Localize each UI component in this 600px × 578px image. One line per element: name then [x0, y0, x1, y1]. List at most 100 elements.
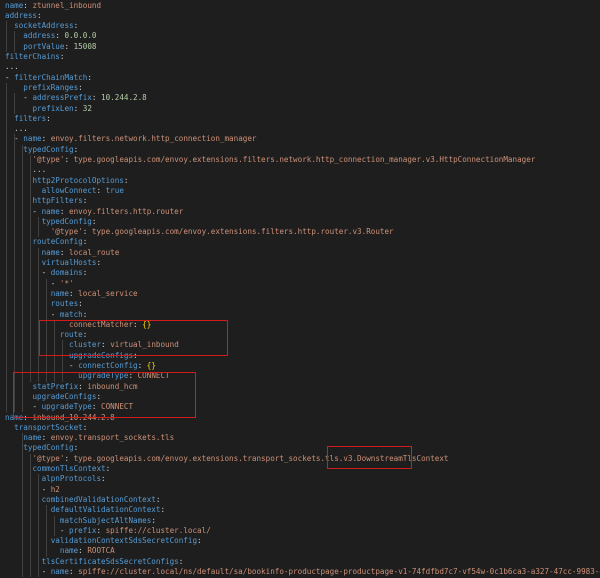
code-line: socketAddress:	[5, 21, 78, 31]
yaml-punct: -	[5, 93, 33, 103]
code-line: routeConfig:	[5, 237, 87, 247]
code-line: transportSocket:	[5, 423, 87, 433]
yaml-punct: :	[96, 525, 106, 535]
yaml-key: allowConnect	[41, 185, 97, 195]
yaml-punct: -	[5, 525, 70, 535]
code-line: commonTlsContext:	[5, 464, 110, 474]
yaml-punct: ...	[5, 165, 47, 175]
yaml-punct: :	[64, 41, 74, 51]
yaml-string: '@type'	[32, 453, 65, 463]
yaml-punct: :	[87, 72, 92, 82]
yaml-punct: :	[59, 247, 70, 257]
yaml-punct: :	[197, 536, 202, 546]
yaml-punct: :	[78, 546, 88, 556]
code-line: '@type': type.googleapis.com/envoy.exten…	[5, 227, 394, 237]
yaml-key: virtualHosts	[41, 258, 97, 267]
yaml-key: name	[41, 247, 60, 257]
yaml-punct	[5, 42, 23, 51]
yaml-key: validationContextSdsSecretConfig	[50, 536, 198, 546]
yaml-punct: :	[137, 361, 147, 370]
yaml-punct: :	[69, 288, 79, 298]
code-line: routes:	[5, 299, 83, 309]
yaml-key: socketAddress	[14, 21, 74, 31]
yaml-punct	[5, 536, 51, 545]
yaml-key: filterChainMatch	[14, 72, 88, 82]
highlight-box-downstream-tls-context	[327, 446, 412, 469]
yaml-number: 32	[82, 103, 92, 113]
yaml-punct: :	[64, 155, 74, 164]
yaml-punct: :	[82, 309, 88, 319]
yaml-key: name	[59, 546, 79, 556]
code-line: - h2	[5, 485, 60, 495]
yaml-punct: :	[96, 258, 102, 267]
code-line: - name: envoy.filters.http.router	[5, 207, 183, 217]
yaml-punct	[5, 505, 51, 514]
yaml-punct: :	[59, 206, 70, 216]
code-editor[interactable]: name: ztunnel_inboundaddress: socketAddr…	[0, 0, 600, 578]
yaml-punct	[5, 474, 42, 483]
yaml-punct	[5, 237, 32, 246]
yaml-key: prefixLen	[32, 103, 74, 113]
yaml-punct: -	[5, 567, 51, 576]
yaml-punct: :	[151, 515, 156, 525]
highlight-box-route	[39, 320, 228, 356]
yaml-key: addressPrefix	[32, 93, 92, 103]
code-line: name: ztunnel_inbound	[5, 1, 101, 11]
yaml-punct	[5, 495, 42, 504]
code-line: - prefix: spiffe://cluster.local/	[5, 526, 211, 536]
code-line: name: local_service	[5, 289, 138, 299]
yaml-string: local_route	[69, 247, 120, 257]
yaml-key: filterChains	[5, 52, 60, 61]
yaml-key: name	[41, 206, 60, 216]
yaml-key: routeConfig	[32, 237, 83, 247]
code-line: name: ROOTCA	[5, 546, 115, 556]
yaml-punct	[5, 104, 32, 113]
yaml-punct: :	[123, 175, 129, 185]
yaml-punct: :	[69, 567, 79, 576]
yaml-punct	[5, 31, 23, 40]
code-line: ...	[5, 165, 46, 175]
yaml-punct: :	[82, 268, 88, 278]
code-line: alpnProtocols:	[5, 474, 106, 484]
yaml-key: portValue	[23, 41, 65, 51]
code-line: ...	[5, 62, 19, 72]
yaml-string: spiffe://cluster.local/	[105, 525, 211, 535]
yaml-key: tlsCertificateSdsSecretConfigs	[41, 556, 179, 566]
yaml-punct	[5, 454, 32, 463]
yaml-string: envoy.transport_sockets.tls	[50, 433, 175, 443]
yaml-punct	[5, 557, 42, 566]
yaml-key: httpFilters	[32, 196, 83, 206]
yaml-punct	[5, 21, 14, 30]
yaml-key: prefixRanges	[23, 82, 79, 92]
yaml-key: address	[23, 31, 56, 41]
code-line: prefixLen: 32	[5, 103, 92, 114]
yaml-punct	[5, 443, 23, 452]
yaml-key: http2ProtocolOptions	[32, 175, 124, 185]
yaml-key: name	[5, 0, 24, 10]
yaml-string: type.googleapis.com/envoy.extensions.fil…	[91, 227, 394, 237]
code-line: validationContextSdsSecretConfig:	[5, 536, 202, 546]
yaml-string: envoy.filters.http.router	[69, 206, 184, 216]
yaml-punct	[5, 176, 32, 185]
yaml-string: '@type'	[32, 155, 65, 164]
yaml-punct: -	[5, 309, 60, 319]
code-line: - addressPrefix: 10.244.2.8	[5, 93, 146, 103]
code-line: name: envoy.transport_sockets.tls	[5, 433, 174, 443]
yaml-punct	[5, 155, 32, 164]
code-line: virtualHosts:	[5, 258, 101, 268]
code-line: typedConfig:	[5, 216, 97, 227]
yaml-key: name	[50, 567, 70, 576]
code-line: http2ProtocolOptions:	[5, 176, 128, 186]
code-line: httpFilters:	[5, 196, 87, 206]
yaml-brace: {}	[146, 361, 156, 370]
yaml-key: filters	[14, 113, 47, 123]
yaml-punct	[5, 289, 51, 298]
yaml-punct: :	[91, 216, 97, 226]
yaml-punct: -	[5, 361, 79, 370]
yaml-key: alpnProtocols	[41, 474, 102, 484]
yaml-key: match	[59, 309, 83, 319]
yaml-punct: :	[91, 93, 102, 103]
yaml-punct: :	[105, 464, 111, 473]
yaml-key: name	[23, 433, 42, 443]
yaml-punct: ...	[5, 124, 28, 134]
